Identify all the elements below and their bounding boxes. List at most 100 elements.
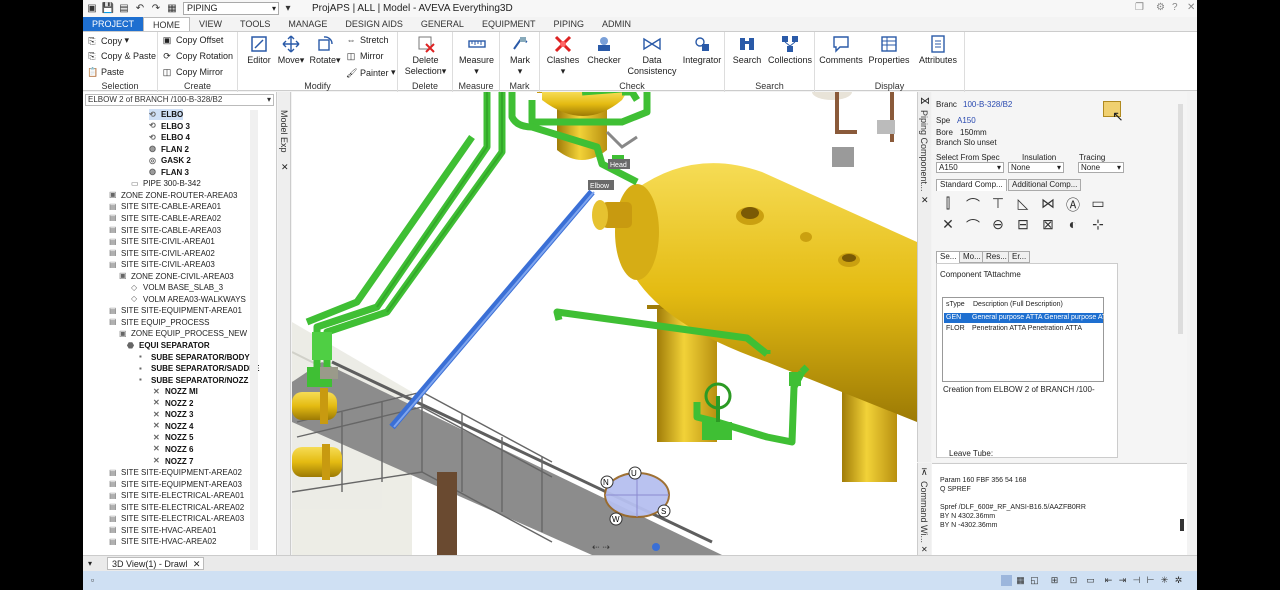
status-icon-8[interactable]: ⇥ xyxy=(1117,575,1128,586)
subtab-results[interactable]: Res... xyxy=(982,251,1011,263)
tree-item[interactable]: ▣ ZONE EQUIP_PROCESS_NEW xyxy=(119,328,247,339)
copy-offset-button[interactable]: ▣ Copy Offset xyxy=(162,35,224,45)
copy-button[interactable]: ⎘ Copy ▾ xyxy=(87,35,129,46)
spec-select[interactable]: A150 xyxy=(936,162,1004,173)
tree-item[interactable]: ◇ VOLM BASE_SLAB_3 xyxy=(131,282,223,293)
cap-icon[interactable]: ◺ xyxy=(1013,195,1033,213)
elbow-icon[interactable]: ⌒ xyxy=(963,195,983,213)
tree-item[interactable]: ▤ SITE SITE-ELECTRICAL-AREA02 xyxy=(109,502,244,513)
save-icon[interactable]: 💾 xyxy=(101,2,115,16)
tab-piping[interactable]: PIPING xyxy=(544,17,593,31)
tree-item[interactable]: ▤ SITE SITE-EQUIPMENT-AREA01 xyxy=(109,305,242,316)
tree-item[interactable]: ▤ SITE SITE-CIVIL-AREA03 xyxy=(109,259,215,270)
table-row[interactable]: FLOR Penetration ATTA Penetration ATTA xyxy=(944,324,1103,334)
module-combo[interactable]: PIPING xyxy=(183,2,279,15)
status-left-icon[interactable]: ▫ xyxy=(87,575,98,586)
tab-admin[interactable]: ADMIN xyxy=(593,17,640,31)
tree-item[interactable]: ✕ NOZZ 7 xyxy=(153,456,193,467)
mark-button[interactable]: Mark ▾ xyxy=(502,34,538,77)
tree-item[interactable]: ▤ SITE SITE-EQUIPMENT-AREA03 xyxy=(109,479,242,490)
status-icon-12[interactable]: ✲ xyxy=(1173,575,1184,586)
tree-item[interactable]: ✕ NOZZ 2 xyxy=(153,398,193,409)
tee-icon[interactable]: ⊤ xyxy=(988,195,1008,213)
copy-rotation-button[interactable]: ⟳ Copy Rotation xyxy=(162,51,233,61)
model-explorer-tab[interactable]: Model Exp ✕ xyxy=(278,92,291,555)
command-scrollbar[interactable] xyxy=(1180,519,1184,531)
tree-item[interactable]: ▪ SUBE SEPARATOR/BODY xyxy=(139,352,250,363)
close-tab-icon[interactable]: ✕ xyxy=(193,558,201,570)
copy-paste-button[interactable]: ⎘ Copy & Paste xyxy=(87,51,156,61)
tab-tools[interactable]: TOOLS xyxy=(231,17,279,31)
tree-path-combo[interactable]: ELBOW 2 of BRANCH /100-B-328/B2 xyxy=(85,94,274,106)
layout-icon[interactable]: ▦ xyxy=(165,2,179,16)
cross-icon[interactable]: ✕ xyxy=(938,216,958,234)
tab-manage[interactable]: MANAGE xyxy=(279,17,336,31)
flange-icon[interactable]: ⫿ xyxy=(938,195,958,213)
tree-item[interactable]: ▭ PIPE 300-B-342 xyxy=(131,178,201,189)
status-icon-1[interactable] xyxy=(1001,575,1012,586)
tree-item[interactable]: ✕ NOZZ 5 xyxy=(153,432,193,443)
union-icon[interactable]: ◐ xyxy=(1063,216,1083,234)
tree-item[interactable]: ▪ SUBE SEPARATOR/NOZZ xyxy=(139,375,248,386)
pick-element-button[interactable]: ↖ xyxy=(1103,101,1124,124)
tree-item[interactable]: ▤ SITE SITE-ELECTRICAL-AREA03 xyxy=(109,513,244,524)
piping-component-tab[interactable]: ⋈ Piping Component... ✕ xyxy=(917,92,931,462)
settings-icon[interactable]: ⚙ xyxy=(1156,2,1165,13)
close-explorer-icon[interactable]: ✕ xyxy=(281,162,289,173)
tree-item[interactable]: ⟲ ELBO 3 xyxy=(149,121,190,132)
tree-item[interactable]: ⬣ EQUI SEPARATOR xyxy=(127,340,210,351)
tab-equipment[interactable]: EQUIPMENT xyxy=(473,17,545,31)
valve-icon[interactable]: ⋈ xyxy=(1038,195,1058,213)
tab-project[interactable]: PROJECT xyxy=(83,17,144,31)
tab-design-aids[interactable]: DESIGN AIDS xyxy=(336,17,412,31)
insulation-select[interactable]: None xyxy=(1008,162,1064,173)
subtab-errors[interactable]: Er... xyxy=(1008,251,1031,263)
tree-item[interactable]: ▤ SITE SITE-CABLE-AREA01 xyxy=(109,201,221,212)
measure-button[interactable]: Measure ▾ xyxy=(455,34,498,77)
stretch-button[interactable]: ⇔ Stretch xyxy=(346,35,389,45)
tree-item[interactable]: ▪ SUBE SEPARATOR/SADDLE xyxy=(139,363,259,374)
mirror-button[interactable]: ◫ Mirror xyxy=(346,51,384,61)
tracing-select[interactable]: None xyxy=(1078,162,1124,173)
status-icon-2[interactable]: ▦ xyxy=(1015,575,1026,586)
clashes-button[interactable]: Clashes ▾ xyxy=(544,34,582,77)
rotate-button[interactable]: Rotate▾ xyxy=(308,34,342,66)
tree-item[interactable]: ▤ SITE SITE-CIVIL-AREA01 xyxy=(109,236,215,247)
instrument-icon[interactable]: Ⓐ xyxy=(1063,195,1083,213)
tree-item[interactable]: ✕ NOZZ 4 xyxy=(153,421,193,432)
painter-button[interactable]: 🖌 Painter ▾ xyxy=(346,67,396,78)
table-row[interactable]: GEN General purpose ATTA General purpose… xyxy=(944,313,1111,323)
3d-viewport[interactable]: Head Elbow U N S W ⇠ ⇢ xyxy=(292,92,917,555)
tree-item[interactable]: ◍ FLAN 3 xyxy=(149,167,189,178)
panel-scrollbar[interactable] xyxy=(1178,104,1183,334)
tab-general[interactable]: GENERAL xyxy=(412,17,473,31)
command-window-tab[interactable]: ⊼ Command Wi... ✕ xyxy=(917,463,931,555)
status-icon-10[interactable]: ⊢ xyxy=(1145,575,1156,586)
tree-item[interactable]: ✕ NOZZ MI xyxy=(153,386,198,397)
redo-icon[interactable]: ↷ xyxy=(149,2,163,16)
olet-icon[interactable]: ⊖ xyxy=(988,216,1008,234)
tree-item[interactable]: ⟲ ELBO xyxy=(149,109,184,120)
coupling-icon[interactable]: ⊟ xyxy=(1013,216,1033,234)
tree-item[interactable]: ▣ ZONE ZONE-ROUTER-AREA03 xyxy=(109,190,237,201)
checker-button[interactable]: Checker xyxy=(584,34,624,66)
status-icon-9[interactable]: ⊣ xyxy=(1131,575,1142,586)
restore-icon[interactable]: ❐ xyxy=(1135,2,1144,13)
tree-item[interactable]: ▤ SITE SITE-CIVIL-AREA02 xyxy=(109,248,215,259)
status-icon-5[interactable]: ⊡ xyxy=(1068,575,1079,586)
search-button[interactable]: Search xyxy=(727,34,767,66)
move-button[interactable]: Move▾ xyxy=(274,34,308,66)
status-icon-7[interactable]: ⇤ xyxy=(1103,575,1114,586)
tree-item[interactable]: ⟲ ELBO 4 xyxy=(149,132,190,143)
integrator-button[interactable]: Integrator xyxy=(680,34,724,66)
collections-button[interactable]: Collections xyxy=(765,34,815,66)
close-command-icon[interactable]: ✕ xyxy=(921,545,928,554)
attachment-icon[interactable]: ⊹ xyxy=(1088,216,1108,234)
tree-item[interactable]: ▤ SITE SITE-HVAC-AREA02 xyxy=(109,536,216,547)
status-icon-3[interactable]: ◱ xyxy=(1029,575,1040,586)
customize-qat-icon[interactable]: ▾ xyxy=(281,2,295,16)
tab-home[interactable]: HOME xyxy=(143,17,191,31)
tree-item[interactable]: ◎ GASK 2 xyxy=(149,155,191,166)
tree-item[interactable]: ▤ SITE SITE-CABLE-AREA03 xyxy=(109,225,221,236)
tab-3d-view[interactable]: 3D View(1) - Drawl ✕ xyxy=(107,557,205,570)
